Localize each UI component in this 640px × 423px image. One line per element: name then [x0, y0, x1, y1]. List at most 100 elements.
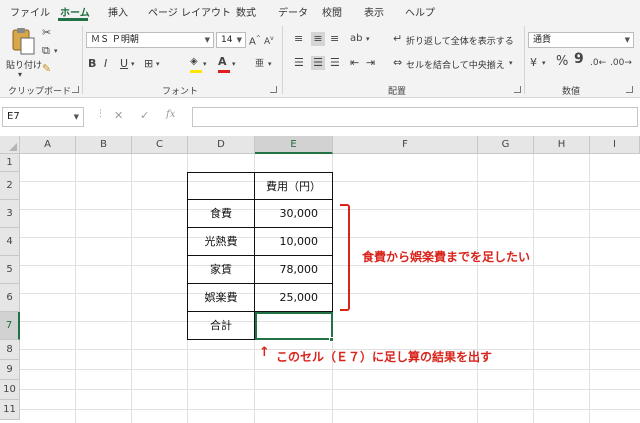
column-header-e[interactable]: E [255, 136, 333, 154]
bold-icon[interactable]: B [88, 57, 96, 71]
number-format-value: 通貨 [533, 35, 552, 45]
phonetic-dropdown-icon[interactable]: ▾ [268, 57, 272, 71]
fill-color-dropdown-icon[interactable]: ▾ [203, 57, 207, 71]
cancel-icon[interactable]: ✕ [114, 109, 123, 122]
orientation-icon[interactable]: ab [350, 32, 362, 46]
cell-d2[interactable] [187, 172, 255, 200]
worksheet-grid[interactable]: A B C D E F G H I 1 2 3 4 5 6 7 8 9 10 1… [0, 136, 640, 423]
cell-d5-label[interactable]: 家賃 [187, 256, 255, 284]
font-name-dropdown[interactable]: ＭＳ Ｐ明朝 ▼ [86, 32, 214, 48]
row-header-8[interactable]: 8 [0, 340, 20, 360]
row-header-6[interactable]: 6 [0, 284, 20, 312]
row-header-3[interactable]: 3 [0, 200, 20, 228]
column-header-i[interactable]: I [590, 136, 640, 154]
tab-home[interactable]: ホーム [60, 4, 90, 19]
fill-handle[interactable] [329, 337, 334, 342]
increase-indent-icon[interactable]: ⇥ [366, 56, 375, 70]
orientation-dropdown-icon[interactable]: ▾ [366, 32, 370, 46]
cell-d4-label[interactable]: 光熱費 [187, 228, 255, 256]
align-right-icon[interactable]: ☰ [330, 56, 340, 70]
copy-dropdown-icon[interactable]: ▾ [54, 44, 58, 58]
increase-font-size-icon[interactable]: A^ [249, 32, 261, 49]
italic-icon[interactable]: I [104, 57, 107, 71]
tab-formulas[interactable]: 数式 [236, 4, 256, 19]
tab-insert[interactable]: 挿入 [108, 4, 128, 19]
tab-view[interactable]: 表示 [364, 4, 384, 19]
decrease-indent-icon[interactable]: ⇤ [350, 56, 359, 70]
font-launcher-icon[interactable] [270, 86, 277, 93]
accounting-format-icon[interactable]: ¥ [530, 56, 537, 70]
top-align-icon[interactable]: ≡ [294, 32, 303, 46]
cell-d3-label[interactable]: 食費 [187, 200, 255, 228]
fill-color-icon[interactable]: ◈ [190, 55, 198, 69]
bottom-align-icon[interactable]: ≡ [330, 32, 339, 46]
wrap-text-icon[interactable]: ↵ [393, 32, 402, 46]
alignment-launcher-icon[interactable] [514, 86, 521, 93]
font-size-dropdown[interactable]: 14 ▼ [216, 32, 246, 48]
format-painter-icon[interactable]: ✎ [42, 62, 51, 76]
cell-e2-header[interactable]: 費用（円） [255, 172, 333, 200]
increase-decimal-icon[interactable]: .0← [590, 56, 606, 70]
row-header-4[interactable]: 4 [0, 228, 20, 256]
number-launcher-icon[interactable] [626, 86, 633, 93]
tab-file[interactable]: ファイル [10, 4, 50, 19]
insert-function-icon[interactable]: fx [166, 109, 175, 120]
tab-page-layout[interactable]: ページ レイアウト [148, 4, 231, 19]
cell-e3-value[interactable]: 30,000 [255, 200, 333, 228]
comma-style-icon[interactable]: 9 [574, 52, 584, 66]
underline-icon[interactable]: U [120, 57, 128, 71]
decrease-font-size-icon[interactable]: Av [264, 32, 274, 49]
phonetic-guide-icon[interactable]: 亜 [255, 57, 264, 71]
percent-style-icon[interactable]: % [556, 55, 568, 69]
row-header-5[interactable]: 5 [0, 256, 20, 284]
font-group-label: フォント [162, 87, 199, 97]
formula-input[interactable] [192, 107, 638, 127]
column-header-g[interactable]: G [478, 136, 534, 154]
column-header-d[interactable]: D [188, 136, 255, 154]
row-header-9[interactable]: 9 [0, 360, 20, 380]
merge-dropdown-icon[interactable]: ▾ [509, 56, 513, 70]
cell-d6-label[interactable]: 娯楽費 [187, 284, 255, 312]
font-color-dropdown-icon[interactable]: ▾ [232, 57, 236, 71]
align-left-icon[interactable]: ☰ [294, 56, 304, 70]
cell-e6-value[interactable]: 25,000 [255, 284, 333, 312]
borders-dropdown-icon[interactable]: ▾ [156, 57, 160, 71]
underline-dropdown-icon[interactable]: ▾ [131, 57, 135, 71]
column-header-b[interactable]: B [76, 136, 132, 154]
column-header-c[interactable]: C [132, 136, 188, 154]
merge-center-button[interactable]: セルを結合して中央揃え [406, 58, 505, 71]
font-color-icon[interactable]: A [218, 55, 227, 69]
cut-icon[interactable]: ✂ [42, 26, 51, 40]
merge-center-icon[interactable]: ⇔ [393, 56, 402, 70]
cell-d7-total-label[interactable]: 合計 [187, 312, 255, 340]
cell-e5-value[interactable]: 78,000 [255, 256, 333, 284]
clipboard-launcher-icon[interactable] [72, 86, 79, 93]
row-header-10[interactable]: 10 [0, 380, 20, 400]
column-header-h[interactable]: H [534, 136, 590, 154]
select-all-button[interactable] [0, 136, 20, 154]
number-format-dropdown[interactable]: 通貨 ▼ [528, 32, 634, 48]
column-header-f[interactable]: F [333, 136, 478, 154]
middle-align-icon[interactable]: ≡ [311, 32, 325, 46]
copy-icon[interactable]: ⧉ [42, 44, 50, 58]
borders-icon[interactable]: ⊞ [144, 57, 153, 71]
paste-label[interactable]: 貼り付け [6, 58, 42, 71]
name-box[interactable]: E7 ▼ [2, 107, 84, 127]
paste-dropdown-icon[interactable]: ▾ [18, 68, 22, 82]
row-header-1[interactable]: 1 [0, 154, 20, 172]
cell-e7-total-value[interactable] [255, 312, 333, 340]
center-icon[interactable]: ☰ [311, 56, 325, 70]
tab-help[interactable]: ヘルプ [405, 4, 435, 19]
row-header-7[interactable]: 7 [0, 312, 20, 340]
decrease-decimal-icon[interactable]: .00→ [610, 56, 632, 70]
cell-e4-value[interactable]: 10,000 [255, 228, 333, 256]
tab-review[interactable]: 校閲 [322, 4, 342, 19]
paste-icon[interactable] [10, 26, 36, 56]
tab-data[interactable]: データ [278, 4, 308, 19]
row-header-2[interactable]: 2 [0, 172, 20, 200]
wrap-text-button[interactable]: 折り返して全体を表示する [406, 34, 514, 47]
column-header-a[interactable]: A [20, 136, 76, 154]
enter-icon[interactable]: ✓ [140, 109, 149, 122]
row-header-11[interactable]: 11 [0, 400, 20, 420]
accounting-dropdown-icon[interactable]: ▾ [542, 56, 546, 70]
